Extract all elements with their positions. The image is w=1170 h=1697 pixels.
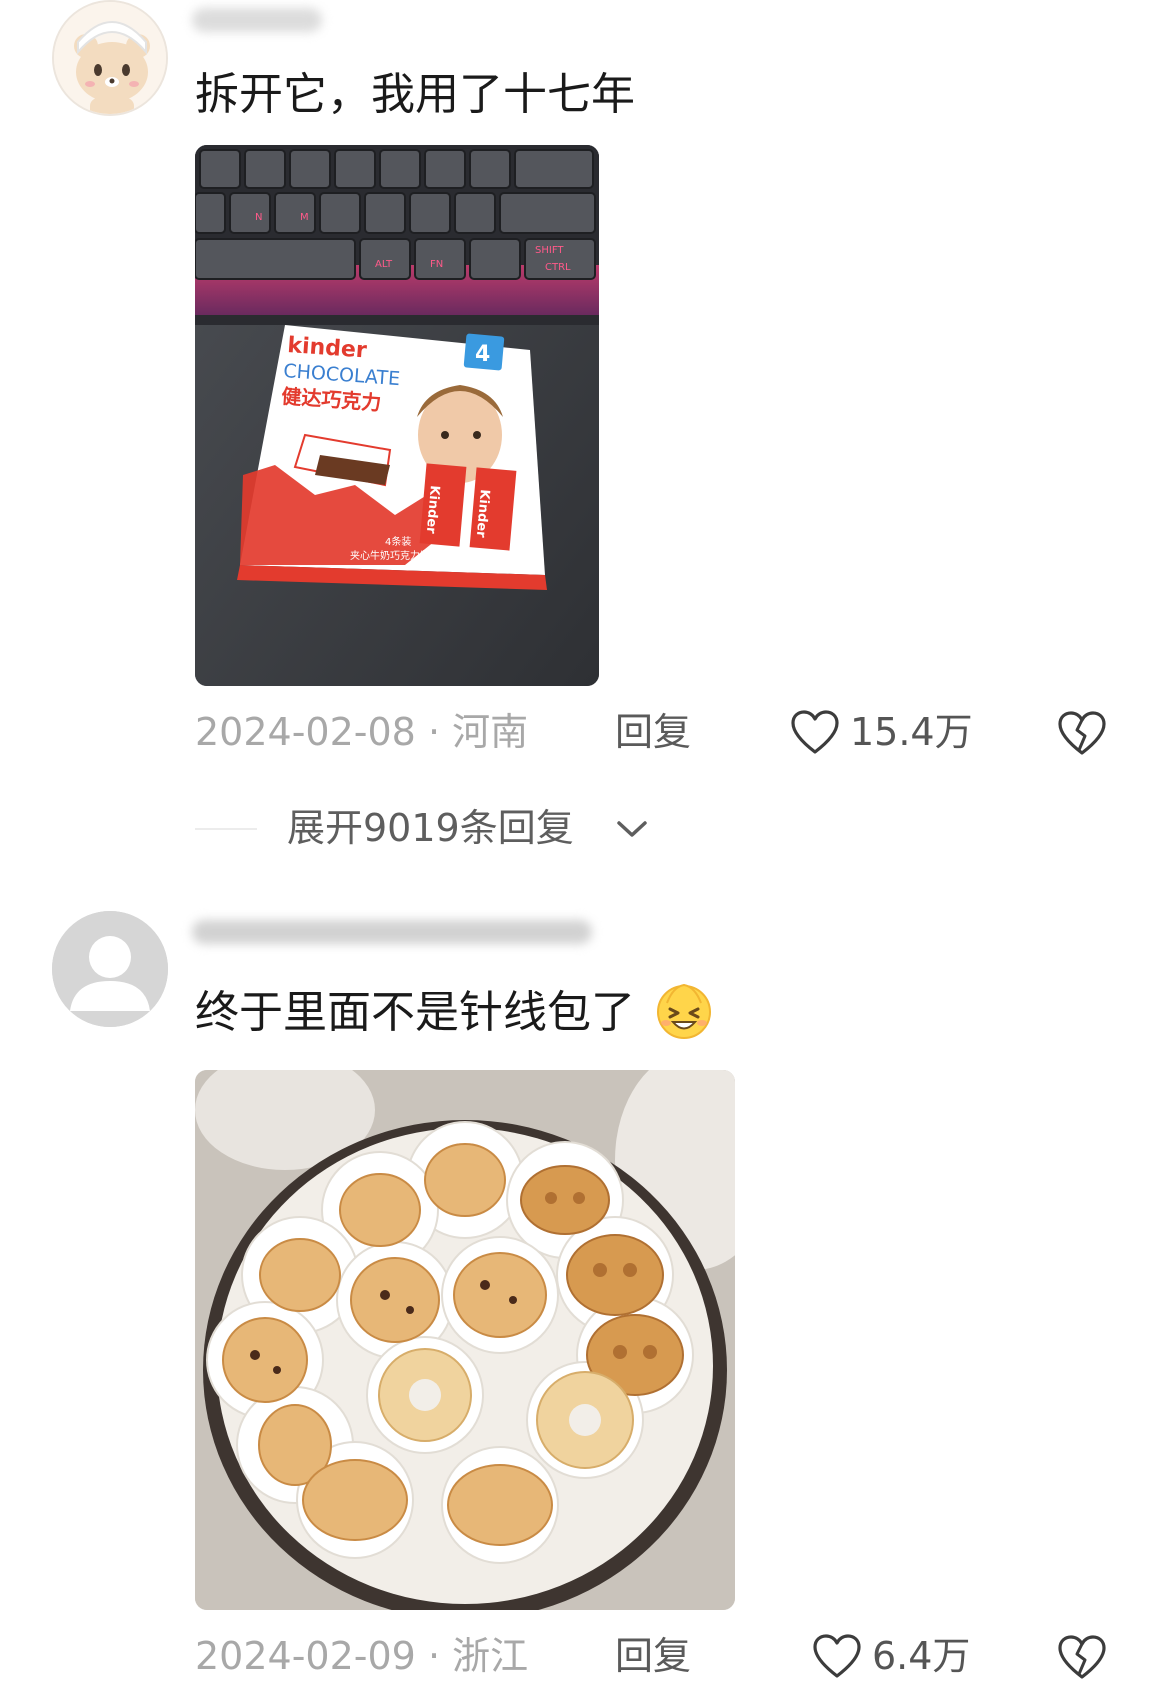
comment-text: 拆开它，我用了十七年 [195,69,635,120]
comment-location: 浙江 [452,1634,529,1678]
bear-avatar-icon [54,2,166,114]
comment-date: 2024-02-09 [195,1634,416,1678]
comment-photo-kinder[interactable]: N M ALT FN SHIFT CTRL 4 kinder CHOCOLATE… [195,145,599,686]
broken-heart-icon [1058,1635,1106,1679]
comment-item: 拆开它，我用了十七年 N M ALT FN SHIFT CTRL 4 kinde… [0,0,1170,860]
chevron-down-icon[interactable] [615,818,649,840]
expand-replies-button[interactable]: 展开9019条回复 [287,800,574,856]
reply-button[interactable]: 回复 [615,702,691,762]
cookie-tin-photo [195,1070,735,1610]
comment-date-location: 2024-02-08 · 河南 [195,702,528,762]
like-count: 15.4万 [850,710,973,754]
expand-divider-line [195,828,257,830]
svg-text:M: M [300,212,309,223]
svg-text:CTRL: CTRL [545,262,571,273]
heart-outline-icon [791,710,839,754]
grinning-squint-emoji-icon [657,983,711,1039]
meta-separator: · [427,1634,441,1678]
user-avatar[interactable] [52,0,168,116]
meta-separator: · [427,710,441,754]
user-avatar[interactable] [52,911,168,1027]
dislike-button[interactable] [1057,710,1107,773]
username-blurred[interactable] [192,8,322,32]
svg-text:N: N [255,212,262,223]
comment-item: 终于里面不是针线包了 2024-02-09 · 浙江 回复 6.4万 [0,900,1170,1696]
username-blurred[interactable] [192,920,592,944]
expand-replies-row[interactable]: 展开9019条回复 [195,800,795,856]
svg-text:4条装: 4条装 [385,535,411,548]
broken-heart-icon [1058,711,1106,755]
comment-text: 终于里面不是针线包了 [195,987,635,1038]
comment-meta-row: 2024-02-08 · 河南 回复 15.4万 [195,702,1130,762]
like-count: 6.4万 [872,1634,971,1678]
svg-text:夹心牛奶巧克力制品: 夹心牛奶巧克力制品 [350,549,440,562]
comment-date: 2024-02-08 [195,710,416,754]
svg-text:4: 4 [475,342,490,367]
kinder-box-photo: N M ALT FN SHIFT CTRL 4 kinder CHOCOLATE… [195,145,599,686]
heart-outline-icon [813,1634,861,1678]
comment-date-location: 2024-02-09 · 浙江 [195,1626,528,1686]
comment-photo-cookie-tin[interactable] [195,1070,735,1610]
svg-text:ALT: ALT [375,259,393,270]
svg-text:SHIFT: SHIFT [535,245,564,256]
svg-text:净含量: 50克: 净含量: 50克 [470,554,523,566]
comment-meta-row: 2024-02-09 · 浙江 回复 6.4万 [195,1626,1130,1686]
dislike-button[interactable] [1057,1634,1107,1697]
default-user-icon [52,911,168,1027]
comment-location: 河南 [452,710,529,754]
reply-button[interactable]: 回复 [615,1626,691,1686]
comment-text-row: 终于里面不是针线包了 [195,983,715,1041]
svg-text:FN: FN [430,259,443,270]
